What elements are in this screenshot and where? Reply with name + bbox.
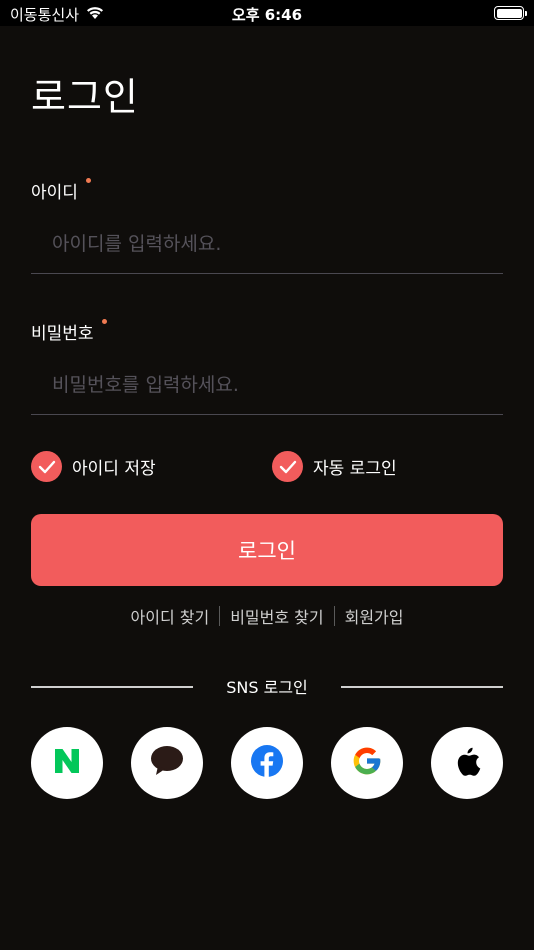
password-label: 비밀번호 bbox=[31, 324, 94, 344]
required-dot-icon bbox=[101, 319, 107, 324]
google-icon bbox=[351, 745, 383, 781]
sign-up-link[interactable]: 회원가입 bbox=[335, 604, 414, 628]
id-input[interactable] bbox=[31, 214, 503, 274]
save-id-checkbox[interactable]: 아이디 저장 bbox=[31, 451, 156, 482]
find-id-link[interactable]: 아이디 찾기 bbox=[121, 604, 220, 628]
facebook-icon bbox=[251, 745, 283, 781]
id-label-row: 아이디 bbox=[31, 178, 91, 203]
password-input[interactable] bbox=[31, 355, 503, 415]
facebook-login-button[interactable] bbox=[231, 727, 303, 799]
page-title: 로그인 bbox=[31, 75, 139, 119]
required-dot-icon bbox=[85, 178, 91, 183]
divider-line-right bbox=[341, 686, 503, 688]
kakao-login-button[interactable] bbox=[131, 727, 203, 799]
id-label: 아이디 bbox=[31, 183, 78, 203]
auto-login-label: 자동 로그인 bbox=[313, 459, 397, 479]
battery-icon bbox=[494, 6, 527, 20]
account-links: 아이디 찾기 비밀번호 찾기 회원가입 bbox=[0, 604, 534, 628]
status-time: 오후 6:46 bbox=[231, 6, 303, 24]
sns-button-row bbox=[31, 727, 503, 799]
password-label-row: 비밀번호 bbox=[31, 319, 107, 344]
find-password-link[interactable]: 비밀번호 찾기 bbox=[220, 604, 333, 628]
save-id-label: 아이디 저장 bbox=[72, 459, 156, 479]
google-login-button[interactable] bbox=[331, 727, 403, 799]
auto-login-checkbox[interactable]: 자동 로그인 bbox=[272, 451, 397, 482]
check-icon bbox=[272, 451, 303, 482]
sns-divider: SNS 로그인 bbox=[31, 674, 503, 698]
status-bar: 이동통신사 오후 6:46 bbox=[0, 0, 534, 26]
check-icon bbox=[31, 451, 62, 482]
apple-login-button[interactable] bbox=[431, 727, 503, 799]
login-button[interactable]: 로그인 bbox=[31, 514, 503, 586]
naver-icon bbox=[53, 748, 81, 778]
apple-icon bbox=[453, 745, 481, 781]
kakao-icon bbox=[150, 745, 184, 781]
naver-login-button[interactable] bbox=[31, 727, 103, 799]
